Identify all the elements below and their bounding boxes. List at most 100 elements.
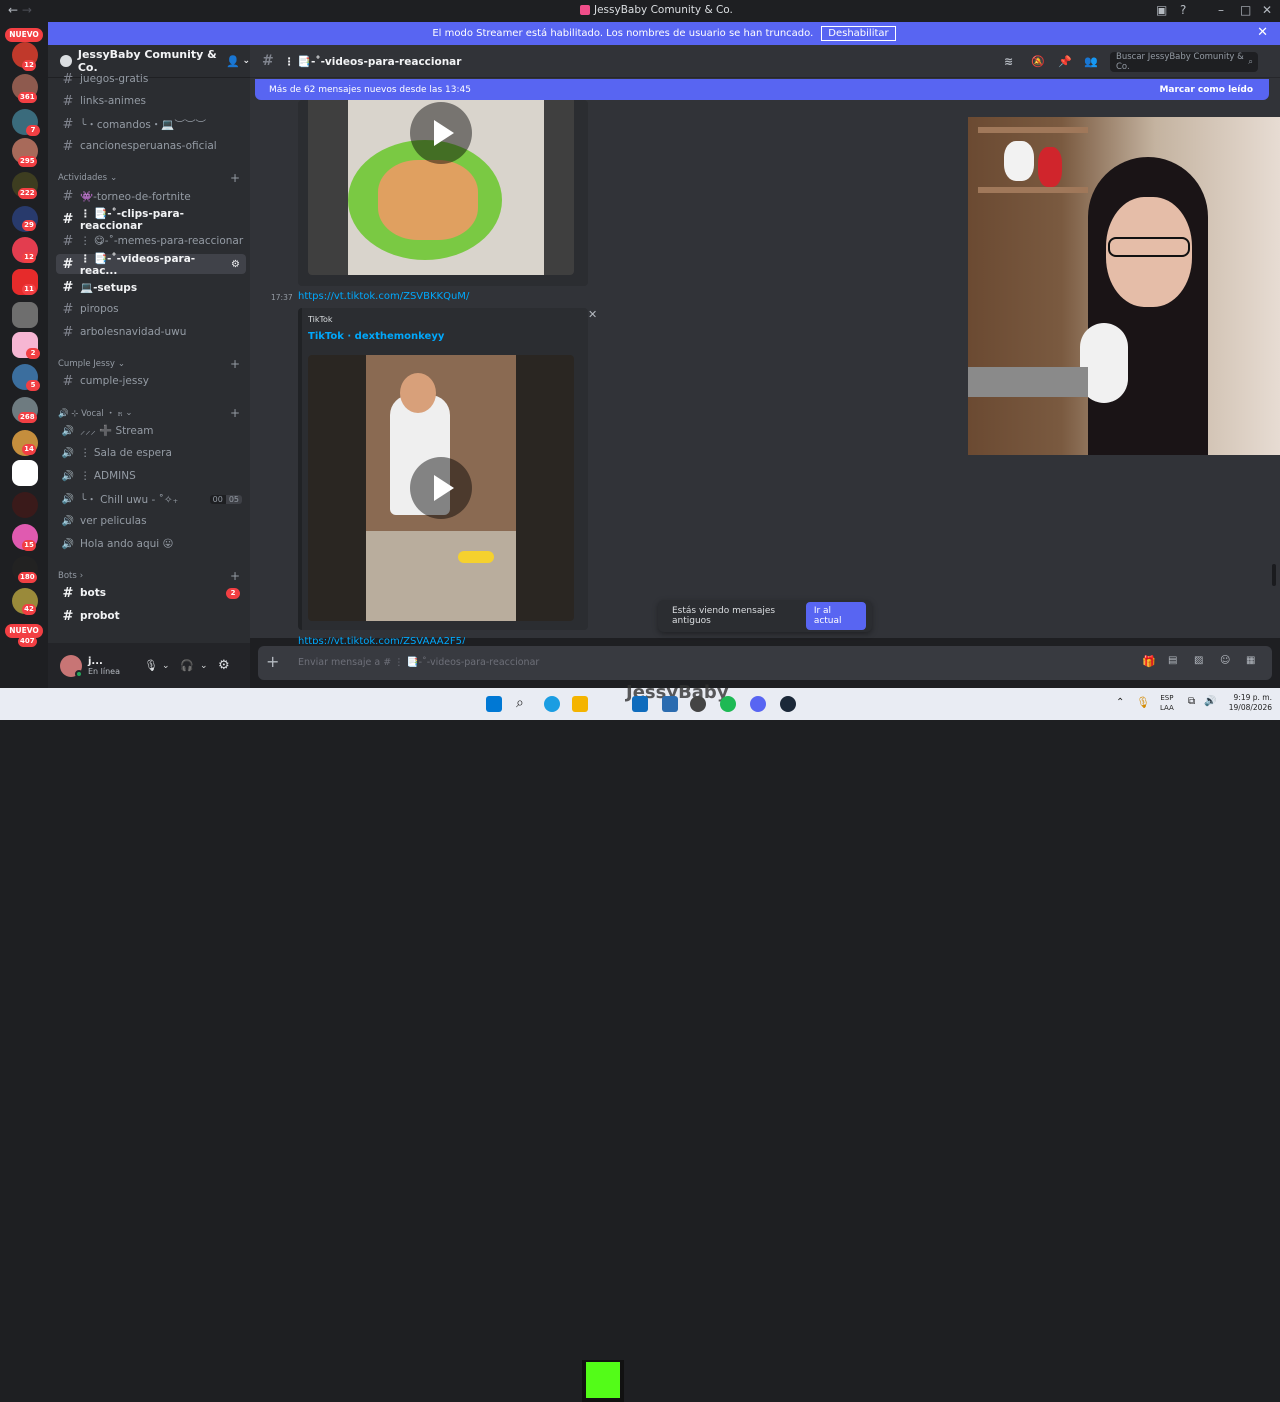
category-cumple[interactable]: Cumple Jessy ⌄ +	[58, 357, 240, 371]
voice-channel-item[interactable]: 🔊 ⋮ Sala de espera	[56, 443, 246, 463]
channel-item[interactable]: # cancionesperuanas-oficial	[56, 136, 246, 156]
settings-icon[interactable]: ⚙	[231, 259, 240, 270]
outlook-icon[interactable]	[632, 696, 648, 712]
category-bots[interactable]: Bots › +	[58, 569, 240, 583]
spotify-icon[interactable]	[720, 696, 736, 712]
notifications-muted-icon[interactable]: 🔕	[1031, 55, 1045, 68]
volume-icon[interactable]: 🔊	[1204, 696, 1216, 707]
search-icon[interactable]: ⌕	[516, 695, 524, 711]
sticker-icon[interactable]: ▨	[1194, 655, 1203, 666]
category-vocal[interactable]: 🔊 ⊹ Vocal ・ ೫ ⌄ +	[58, 406, 240, 420]
threads-icon[interactable]: ≋	[1004, 55, 1013, 68]
server-icon[interactable]	[12, 460, 38, 486]
chevron-down-icon[interactable]: ⌄	[162, 661, 170, 671]
network-icon[interactable]: ⧉	[1188, 696, 1195, 707]
mark-as-read-button[interactable]: Marcar como leído	[1159, 85, 1253, 95]
voice-channel-item[interactable]: 🔊 Hola ando aqui 😛	[56, 534, 246, 554]
maximize-icon[interactable]: □	[1240, 3, 1251, 17]
online-status-icon	[75, 669, 83, 678]
hash-icon: #	[62, 71, 74, 87]
channel-item[interactable]: # links-animes	[56, 91, 246, 111]
message-link[interactable]: https://vt.tiktok.com/ZSVBKKQuM/	[298, 291, 469, 302]
close-banner-icon[interactable]: ✕	[1257, 25, 1268, 40]
channel-item[interactable]: # piropos	[56, 299, 246, 319]
channel-item[interactable]: # bots 2	[56, 583, 246, 603]
chevron-down-icon: ⌄	[242, 56, 250, 66]
microphone-icon[interactable]: 🎙	[144, 659, 158, 672]
help-icon[interactable]: ?	[1180, 3, 1186, 17]
back-icon[interactable]: ← →	[8, 3, 32, 17]
voice-channel-item[interactable]: 🔊 ver peliculas	[56, 511, 246, 531]
voice-channel-item[interactable]: 🔊 ⋮ ADMINS	[56, 466, 246, 486]
channel-item[interactable]: # ⋮ 📑-˚-clips-para-reaccionar	[56, 207, 246, 232]
language-indicator[interactable]: ESP LAA	[1160, 693, 1174, 713]
steam-icon[interactable]	[780, 696, 796, 712]
gift-icon[interactable]: 🎁	[1142, 655, 1156, 668]
channel-item[interactable]: # arbolesnavidad-uwu	[56, 322, 246, 342]
gif-icon[interactable]: ▤	[1168, 655, 1177, 666]
embed-title[interactable]: TikTok · dexthemonkeyy	[308, 331, 444, 342]
new-messages-bar[interactable]: Más de 62 mensajes nuevos desde las 13:4…	[255, 79, 1269, 100]
play-icon[interactable]	[410, 457, 472, 519]
avatar[interactable]	[60, 654, 83, 678]
channel-item[interactable]: # cumple-jessy	[56, 371, 246, 391]
user-info[interactable]: j... En línea	[88, 656, 120, 676]
channel-label: ⋮ 📑-˚-clips-para-reaccionar	[79, 207, 184, 232]
close-window-icon[interactable]: ✕	[1262, 3, 1272, 17]
headphones-icon[interactable]: 🎧	[180, 659, 194, 672]
clock[interactable]: 9:19 p. m. 19/08/2026	[1222, 693, 1272, 713]
add-member-icon[interactable]: 👤	[226, 55, 240, 68]
voice-channel-item[interactable]: 🔊 ⸝⸝⸝ ➕ Stream	[56, 421, 246, 441]
microphone-icon[interactable]: 🎙	[1136, 696, 1150, 709]
channel-label: Hola ando aqui 😛	[80, 538, 174, 550]
hash-icon: #	[62, 233, 74, 249]
channel-item[interactable]: # ╰・comandos・💻︶︶︶	[56, 114, 246, 134]
add-channel-icon[interactable]: +	[230, 569, 240, 583]
minimize-icon[interactable]: –	[1218, 3, 1224, 17]
hash-icon: #	[62, 585, 74, 601]
jump-to-present-button[interactable]: Ir al actual	[805, 602, 866, 630]
message-link[interactable]: https://vt.tiktok.com/ZSVAAA2F5/	[298, 636, 465, 644]
chevron-down-icon[interactable]: ⌄	[200, 661, 208, 671]
scrollbar-thumb[interactable]	[1272, 564, 1276, 586]
server-icon[interactable]	[12, 302, 38, 328]
channel-item[interactable]: # 💻-setups	[56, 277, 246, 297]
disable-streamer-button[interactable]: Deshabilitar	[821, 26, 896, 41]
remove-embed-icon[interactable]: ✕	[588, 308, 597, 321]
app-icon[interactable]	[662, 696, 678, 712]
file-explorer-icon[interactable]	[572, 696, 588, 712]
chevron-up-icon[interactable]: ⌃	[1116, 697, 1124, 708]
apps-icon[interactable]: ▦	[1246, 655, 1255, 666]
hash-icon: #	[62, 301, 74, 317]
add-channel-icon[interactable]: +	[230, 357, 240, 371]
message-composer[interactable]: + Enviar mensaje a # ⋮ 📑-˚-videos-para-r…	[258, 646, 1272, 680]
voice-channel-item[interactable]: 🔊 ╰・ Chill uwu - ˚✧₊ 00 05	[56, 489, 246, 509]
new-badge[interactable]: NUEVO	[5, 28, 43, 42]
edge-icon[interactable]	[544, 696, 560, 712]
emoji-icon[interactable]: ☺	[1220, 655, 1230, 666]
channel-item[interactable]: # 👾-torneo-de-fortnite	[56, 186, 246, 206]
members-icon[interactable]: 👥	[1084, 55, 1098, 68]
obs-icon[interactable]	[690, 696, 706, 712]
channel-item[interactable]: # probot	[56, 606, 246, 626]
video-thumbnail[interactable]	[308, 355, 574, 621]
channel-item[interactable]: # ⋮ 😋-˚-memes-para-reaccionar	[56, 231, 246, 251]
channel-item-selected[interactable]: # ⋮ 📑-˚-videos-para-reac... ⚙	[56, 253, 246, 277]
channel-item[interactable]: # juegos-gratis	[56, 69, 246, 89]
server-icon[interactable]	[12, 492, 38, 518]
search-input[interactable]: Buscar JessyBaby Comunity & Co. ⌕	[1110, 52, 1258, 72]
category-actividades[interactable]: Actividades ⌄ +	[58, 171, 240, 185]
add-channel-icon[interactable]: +	[230, 406, 240, 420]
channel-label: ⋮ Sala de espera	[80, 447, 172, 459]
add-channel-icon[interactable]: +	[230, 171, 240, 185]
pin-icon[interactable]: 📌	[1058, 55, 1072, 68]
message-input[interactable]: Enviar mensaje a # ⋮ 📑-˚-videos-para-rea…	[298, 657, 539, 668]
discord-icon[interactable]	[750, 696, 766, 712]
add-attachment-icon[interactable]: +	[266, 652, 279, 671]
inbox-icon[interactable]: ▣	[1156, 3, 1167, 17]
video-thumbnail[interactable]	[308, 100, 574, 275]
user-settings-icon[interactable]: ⚙	[218, 658, 230, 673]
speaker-icon: 🔊	[61, 538, 75, 550]
start-icon[interactable]	[486, 696, 502, 712]
play-icon[interactable]	[410, 102, 472, 164]
